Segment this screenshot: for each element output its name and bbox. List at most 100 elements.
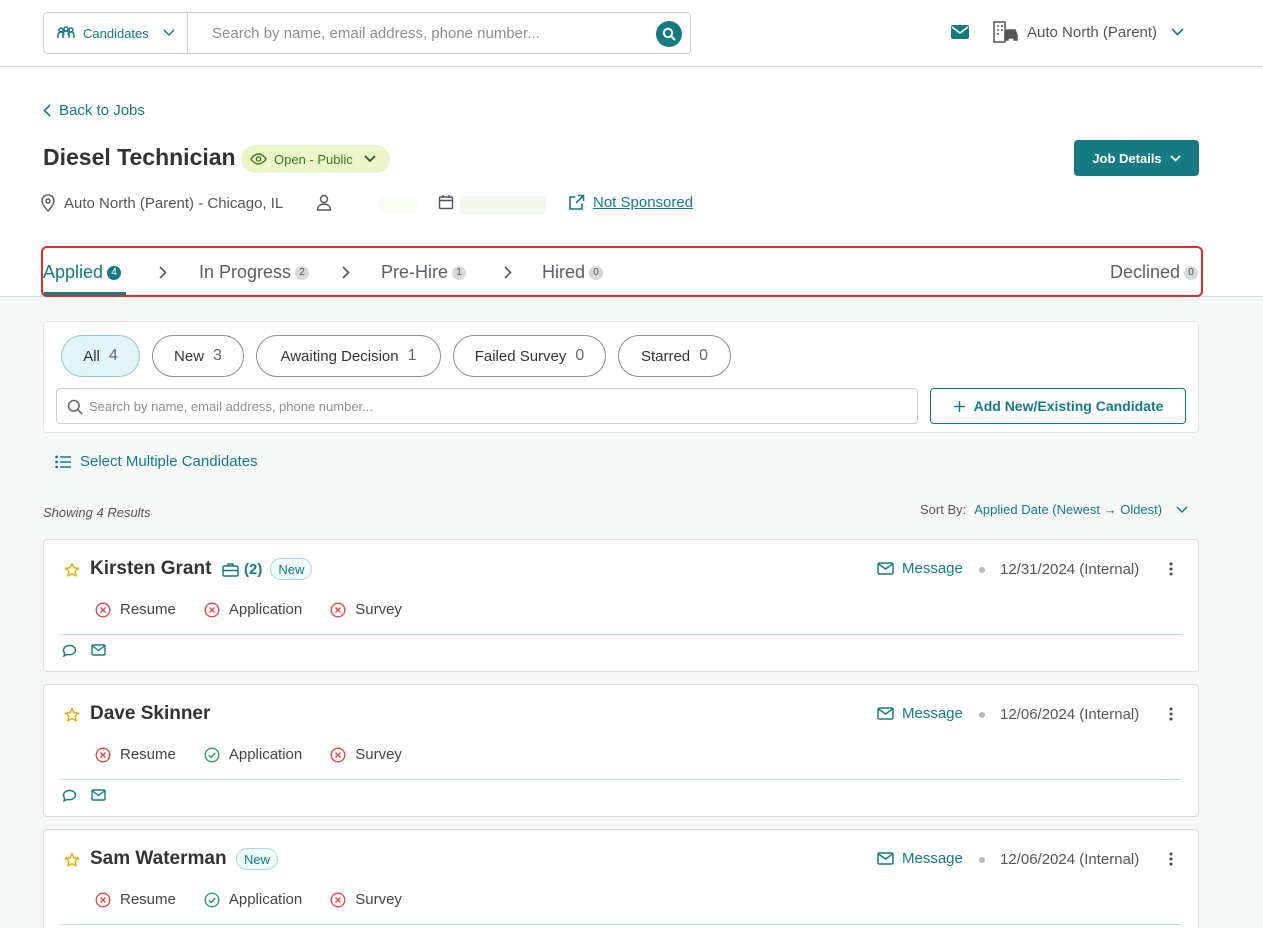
doc-status-resume[interactable]: Resume <box>95 601 176 618</box>
recruiter-placeholder <box>379 196 417 214</box>
message-label: Message <box>902 705 963 722</box>
job-location-text: Auto North (Parent) - Chicago, IL <box>64 194 284 212</box>
tab-count: 4 <box>107 265 122 280</box>
active-tab-indicator <box>44 292 126 295</box>
tab-count: 0 <box>1184 265 1199 280</box>
select-multiple-button[interactable]: Select Multiple Candidates <box>55 453 258 470</box>
filter-chip-new[interactable]: New 3 <box>152 335 244 377</box>
doc-status-survey[interactable]: Survey <box>330 746 402 763</box>
candidate-card[interactable]: Sam Waterman New Message 12/06/2024 (Int… <box>43 829 1199 928</box>
doc-status-application[interactable]: Application <box>204 891 302 908</box>
sponsorship-link[interactable]: Not Sponsored <box>568 194 693 211</box>
search-category-select[interactable]: Candidates <box>43 12 188 54</box>
candidate-card[interactable]: Kirsten Grant (2) New Message 12/31/2024… <box>43 539 1199 672</box>
message-button[interactable]: Message <box>877 705 963 722</box>
filter-chip-all[interactable]: All 4 <box>61 335 140 377</box>
other-applications-link[interactable]: (2) <box>222 561 262 578</box>
message-button[interactable]: Message <box>877 850 963 867</box>
chip-label: New <box>174 347 205 365</box>
doc-status-resume[interactable]: Resume <box>95 746 176 763</box>
back-label: Back to Jobs <box>59 102 145 119</box>
doc-label: Application <box>228 891 303 908</box>
document-status-list: Resume Application Survey <box>95 891 402 908</box>
candidate-name[interactable]: Kirsten Grant <box>90 558 211 580</box>
separator-dot <box>979 857 985 863</box>
add-candidate-button[interactable]: Add New/Existing Candidate <box>930 388 1186 424</box>
job-details-button[interactable]: Job Details <box>1074 140 1199 176</box>
doc-label: Resume <box>120 746 176 763</box>
search-category-label: Candidates <box>83 25 149 41</box>
mail-icon[interactable] <box>91 789 106 803</box>
candidate-name[interactable]: Dave Skinner <box>90 703 210 725</box>
tab-label: Pre-Hire <box>381 262 449 282</box>
doc-label: Survey <box>355 601 402 618</box>
filter-chip-starred[interactable]: Starred 0 <box>618 335 731 377</box>
doc-status-application[interactable]: Application <box>204 601 302 618</box>
chevron-right-icon <box>342 266 350 279</box>
message-button[interactable]: Message <box>877 560 963 577</box>
job-header: Back to Jobs Diesel Technician Open - Pu… <box>0 67 1263 297</box>
building-car-icon <box>993 21 1019 43</box>
candidate-card[interactable]: Dave Skinner Message 12/06/2024 (Interna… <box>43 684 1199 817</box>
tab-label: Applied <box>43 262 104 282</box>
more-options-icon[interactable] <box>1169 562 1173 576</box>
document-status-list: Resume Application Survey <box>95 746 402 763</box>
chat-icon[interactable] <box>62 789 77 803</box>
tab-pre-hire[interactable]: Pre-Hire 1 <box>381 262 467 283</box>
chip-label: Failed Survey <box>474 347 567 365</box>
chip-count: 0 <box>575 347 585 364</box>
mail-icon[interactable] <box>950 24 970 40</box>
doc-status-survey[interactable]: Survey <box>330 891 402 908</box>
user-icon <box>316 194 332 211</box>
document-status-list: Resume Application Survey <box>95 601 402 618</box>
tab-count: 0 <box>589 265 604 280</box>
doc-label: Resume <box>120 601 176 618</box>
job-status-label: Open - Public <box>274 151 353 167</box>
global-search <box>187 12 691 54</box>
chip-count: 4 <box>108 347 118 364</box>
x-circle-icon <box>95 891 111 908</box>
candidate-badges: New <box>236 848 279 870</box>
x-circle-icon <box>204 601 220 618</box>
mail-icon <box>877 707 894 720</box>
search-submit-button[interactable] <box>656 21 682 47</box>
global-search-input[interactable] <box>212 13 642 53</box>
tab-hired[interactable]: Hired 0 <box>542 262 604 283</box>
job-status-dropdown[interactable]: Open - Public <box>241 145 390 173</box>
back-to-jobs-link[interactable]: Back to Jobs <box>43 102 145 119</box>
filter-chip-failed-survey[interactable]: Failed Survey 0 <box>453 335 606 377</box>
tab-declined[interactable]: Declined 0 <box>1110 262 1199 283</box>
candidate-filter-panel: All 4 New 3 Awaiting Decision 1 Failed S… <box>43 321 1199 433</box>
chevron-right-icon <box>504 266 512 279</box>
mail-icon <box>877 562 894 575</box>
tab-count: 1 <box>452 265 467 280</box>
doc-status-resume[interactable]: Resume <box>95 891 176 908</box>
tab-count: 2 <box>295 265 310 280</box>
chevron-down-icon <box>1171 28 1184 36</box>
filter-chip-awaiting-decision[interactable]: Awaiting Decision 1 <box>256 335 441 377</box>
mail-icon[interactable] <box>91 644 106 658</box>
job-title: Diesel Technician <box>43 144 236 170</box>
chat-icon[interactable] <box>62 644 77 658</box>
tab-label: Declined <box>1110 262 1181 282</box>
chip-label: Awaiting Decision <box>280 347 399 365</box>
chip-count: 0 <box>699 347 709 364</box>
doc-label: Survey <box>355 746 402 763</box>
job-details-label: Job Details <box>1092 150 1162 166</box>
star-icon[interactable] <box>64 707 80 723</box>
doc-label: Survey <box>355 891 402 908</box>
more-options-icon[interactable] <box>1169 707 1173 721</box>
more-options-icon[interactable] <box>1169 852 1173 866</box>
org-switcher[interactable]: Auto North (Parent) <box>993 21 1184 43</box>
doc-label: Application <box>228 746 303 763</box>
star-icon[interactable] <box>64 562 80 578</box>
add-candidate-label: Add New/Existing Candidate <box>973 398 1164 414</box>
tab-applied[interactable]: Applied 4 <box>43 262 122 283</box>
candidate-search-input[interactable] <box>89 389 889 423</box>
tab-in-progress[interactable]: In Progress 2 <box>199 262 310 283</box>
doc-status-application[interactable]: Application <box>204 746 302 763</box>
doc-status-survey[interactable]: Survey <box>330 601 402 618</box>
candidate-name[interactable]: Sam Waterman <box>90 848 227 870</box>
sort-control[interactable]: Sort By: Applied Date (Newest → Oldest) <box>920 502 1188 517</box>
star-icon[interactable] <box>64 852 80 868</box>
